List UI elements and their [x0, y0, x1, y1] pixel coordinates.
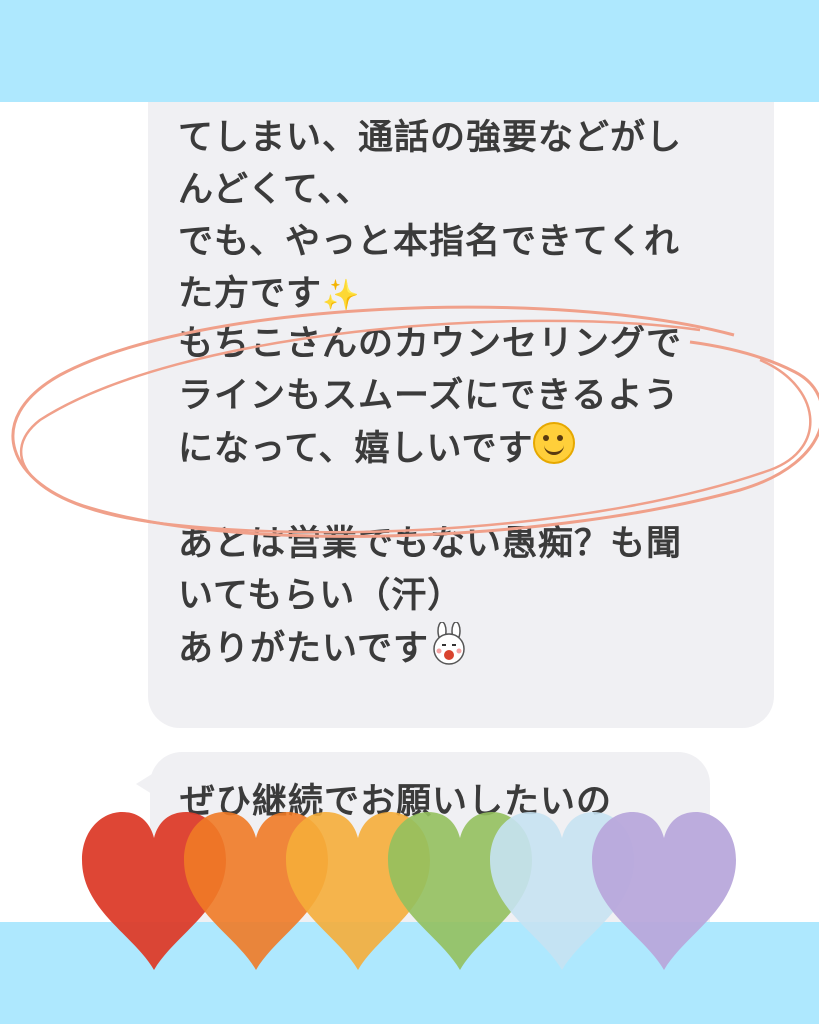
message-paragraph: てしまい、通話の強要などがし んどくて、、 でも、やっと本指名できてくれ た方で… — [178, 112, 758, 322]
message-paragraph: ぜひ継続でお願いしたいの — [180, 776, 760, 828]
message-line: てしまい、通話の強要などがし — [178, 118, 683, 158]
message-line-text: になって、嬉しいです — [178, 429, 534, 469]
sparkles-emoji-icon: ✨ — [322, 278, 361, 313]
message-line-with-sticker: ありがたいです — [178, 622, 758, 675]
message-line-text: ありがたいです — [178, 629, 429, 669]
message-line: いてもらい（汗） — [178, 576, 464, 616]
bunny-sticker-icon — [433, 622, 465, 665]
message-line-with-emoji: た方です✨ — [178, 268, 758, 322]
message-line: あとは営業でもない愚痴？も聞 — [178, 524, 683, 564]
top-banner — [0, 0, 819, 102]
message-line: んどくて、、 — [178, 170, 372, 210]
message-paragraph-highlighted: もちこさんのカウンセリングで ラインもスムーズにできるよう になって、嬉しいです — [178, 318, 758, 475]
chat-screenshot: てしまい、通話の強要などがし んどくて、、 でも、やっと本指名できてくれ た方で… — [0, 102, 819, 922]
message-paragraph: あとは営業でもない愚痴？も聞 いてもらい（汗） ありがたいです — [178, 518, 758, 675]
smiling-face-emoji-icon — [533, 422, 576, 464]
message-bubble: てしまい、通話の強要などがし んどくて、、 でも、やっと本指名できてくれ た方で… — [148, 102, 774, 728]
message-bubble: ぜひ継続でお願いしたいの — [150, 752, 710, 922]
message-line-with-emoji: になって、嬉しいです — [178, 422, 758, 475]
message-line: もちこさんのカウンセリングで — [178, 324, 683, 364]
message-line: ラインもスムーズにできるよう — [178, 376, 680, 416]
bottom-banner — [0, 922, 819, 1024]
message-line: ぜひ継続でお願いしたいの — [180, 782, 613, 822]
message-line: でも、やっと本指名できてくれ — [178, 222, 680, 262]
message-line-text: た方です — [178, 274, 323, 314]
